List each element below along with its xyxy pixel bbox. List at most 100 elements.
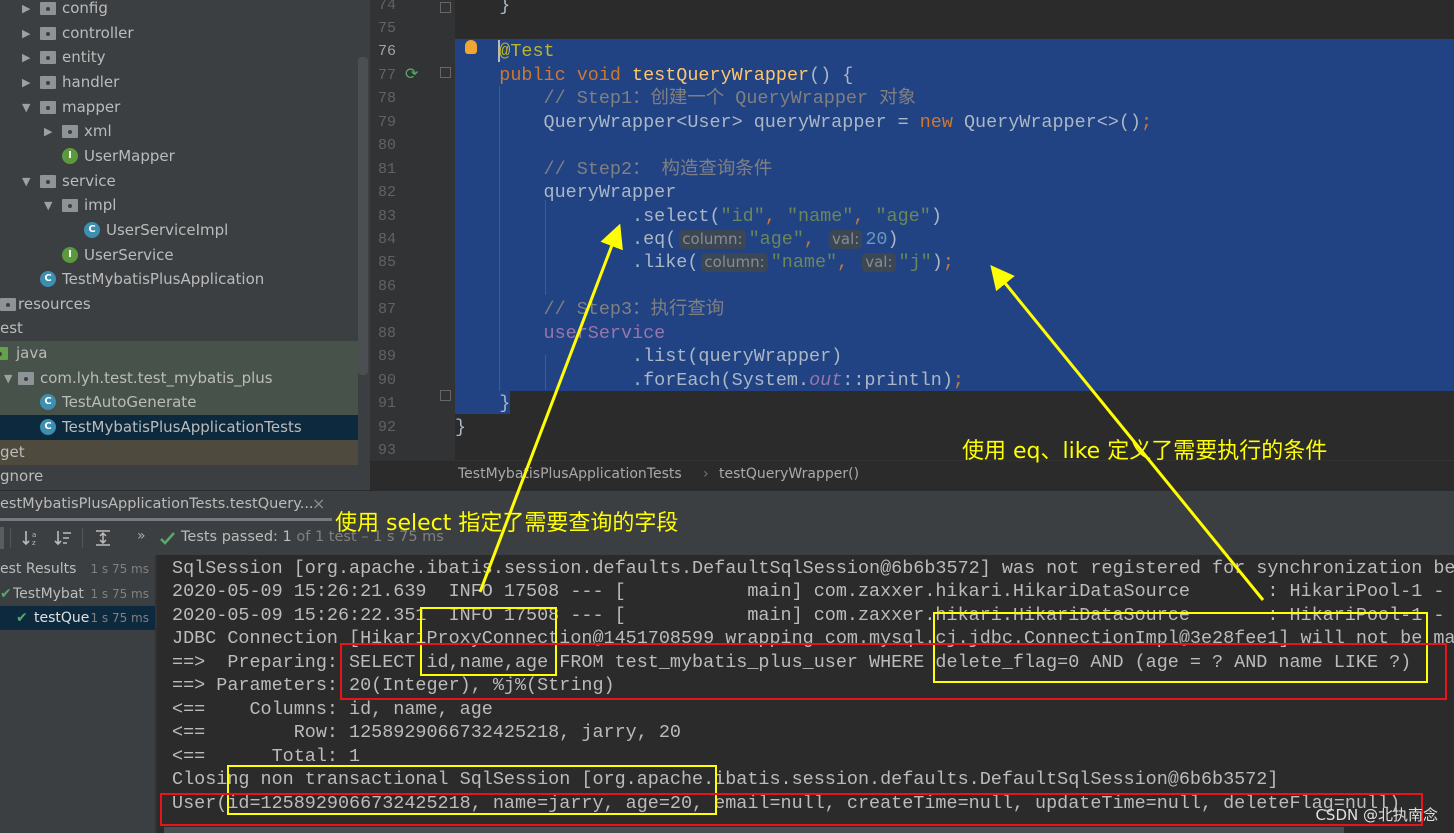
- fold-marker-icon[interactable]: [440, 390, 451, 401]
- breadcrumb-separator: ›: [703, 466, 709, 482]
- tree-item-xml[interactable]: ▶ xml: [0, 119, 358, 144]
- fold-marker-icon[interactable]: [440, 2, 451, 13]
- check-icon: ✔: [16, 610, 28, 626]
- code-token: "id": [720, 205, 765, 227]
- chevron-down-icon[interactable]: ▼: [22, 95, 30, 120]
- code-token: }: [455, 416, 467, 438]
- code-token: ,: [803, 229, 827, 250]
- breadcrumb-method[interactable]: testQueryWrapper(): [719, 461, 859, 488]
- sort-alphabetically-icon[interactable]: az: [22, 529, 40, 547]
- expand-all-icon[interactable]: [94, 529, 112, 547]
- folder-icon: [0, 347, 8, 361]
- parameter-hint: column:: [679, 230, 746, 249]
- code-line: }: [455, 0, 510, 17]
- code-token: ): [930, 205, 942, 227]
- tree-item-service[interactable]: ▼ service: [0, 169, 358, 194]
- code-token: "name": [770, 252, 838, 274]
- tree-item-controller[interactable]: ▶ controller: [0, 21, 358, 46]
- chevron-right-icon[interactable]: ▶: [22, 0, 30, 21]
- tree-item-label: UserMapper: [84, 146, 175, 165]
- chevron-right-icon[interactable]: ▶: [22, 45, 30, 70]
- tree-item-userserviceimpl[interactable]: C UserServiceImpl: [0, 218, 358, 243]
- run-tab[interactable]: estMybatisPlusApplicationTests.testQuery…: [0, 491, 332, 521]
- code-token: @Test: [499, 41, 555, 63]
- tree-item-testmybatisplusapplicationtests[interactable]: C TestMybatisPlusApplicationTests: [0, 415, 358, 441]
- chevron-down-icon[interactable]: ▼: [22, 169, 30, 194]
- tree-item-testmybatisplusapplication[interactable]: C TestMybatisPlusApplication: [0, 267, 358, 292]
- toolbar-divider: [82, 528, 83, 548]
- tree-item-label: est: [0, 319, 23, 338]
- folder-icon: [62, 125, 78, 139]
- folder-icon: [40, 51, 56, 65]
- tree-item-mapper[interactable]: ▼ mapper: [0, 95, 358, 120]
- code-token: public void: [499, 64, 633, 86]
- toolbar-button-edge[interactable]: [0, 527, 4, 549]
- test-result-item[interactable]: est Results 1 s 75 ms: [0, 557, 155, 581]
- line-number: 80: [378, 137, 397, 155]
- tree-item-handler[interactable]: ▶ handler: [0, 70, 358, 95]
- tree-item-impl[interactable]: ▼ impl: [0, 193, 358, 218]
- tree-item-entity[interactable]: ▶ entity: [0, 45, 358, 70]
- toolbar-divider: [10, 528, 11, 548]
- more-button[interactable]: »: [137, 528, 146, 544]
- interface-icon: I: [62, 246, 78, 263]
- test-duration: 1 s 75 ms: [90, 611, 149, 625]
- test-results-tree: est Results 1 s 75 ms ✔ TestMybat 1 s 75 ms ✔…: [0, 555, 157, 833]
- code-line: // Step1：创建一个 QueryWrapper 对象: [455, 87, 917, 110]
- test-result-item[interactable]: ✔ TestMybat 1 s 75 ms: [0, 582, 155, 606]
- line-number: 78: [378, 90, 397, 108]
- folder-icon: [40, 174, 56, 188]
- tree-item-config[interactable]: ▶ config: [0, 0, 358, 21]
- tree-item-com-lyh-test-test-mybatis-plus[interactable]: ▼ com.lyh.test.test_mybatis_plus: [0, 365, 358, 391]
- test-result-item[interactable]: ✔ testQue 1 s 75 ms: [0, 606, 155, 630]
- tree-item-testautogenerate[interactable]: C TestAutoGenerate: [0, 390, 358, 416]
- code-line: .forEach(System.out::println);: [455, 369, 964, 392]
- tree-item-label: gnore: [0, 467, 44, 486]
- tree-item-java[interactable]: java: [0, 341, 358, 367]
- code-token: "age": [875, 205, 931, 227]
- line-number: 82: [378, 184, 397, 202]
- code-token: .forEach(System.: [455, 369, 810, 391]
- test-class-icon: C: [40, 394, 56, 411]
- tree-item-est[interactable]: est: [0, 316, 358, 341]
- parameter-hint: val:: [829, 230, 863, 249]
- chevron-right-icon[interactable]: ▶: [22, 21, 30, 46]
- chevron-right-icon[interactable]: ▶: [22, 70, 30, 95]
- chevron-right-icon[interactable]: ▶: [44, 119, 52, 144]
- line-number: 90: [378, 371, 397, 389]
- run-test-icon[interactable]: ⟳: [405, 64, 418, 83]
- breadcrumb-class[interactable]: TestMybatisPlusApplicationTests: [458, 461, 682, 488]
- sort-by-duration-icon[interactable]: [54, 529, 72, 547]
- sql-statement-box: [340, 643, 1447, 700]
- watermark: CSDN @北执南念: [1315, 806, 1438, 824]
- folder-icon: [18, 371, 34, 385]
- tree-item-label: java: [16, 344, 48, 363]
- code-line: QueryWrapper<User> queryWrapper = new Qu…: [455, 111, 1153, 134]
- folder-icon: [62, 199, 78, 213]
- code-token: .like(: [455, 252, 699, 274]
- console-line: <== Columns: id, name, age: [172, 698, 493, 720]
- tree-item-label: entity: [62, 48, 106, 67]
- console-line: <== Row: 1258929066732425218, jarry, 20: [172, 722, 681, 744]
- tree-item-gnore[interactable]: gnore: [0, 464, 358, 489]
- console-horizontal-scrollbar[interactable]: [164, 827, 1344, 833]
- test-result-label: est Results: [0, 561, 77, 577]
- tree-item-usermapper[interactable]: I UserMapper: [0, 144, 358, 169]
- tree-item-userservice[interactable]: I UserService: [0, 243, 358, 268]
- code-line: // Step3：执行查询: [455, 298, 725, 321]
- chevron-down-icon[interactable]: ▼: [44, 193, 52, 218]
- close-icon[interactable]: ×: [312, 494, 325, 513]
- code-token: new: [919, 111, 953, 133]
- tree-item-resources[interactable]: resources: [0, 292, 358, 317]
- project-scrollbar[interactable]: [358, 57, 368, 375]
- select-annotation: 使用 select 指定了需要查询的字段: [335, 511, 679, 536]
- project-tree-panel: ▶ config ▶ controller ▶ entity ▶ handler ▼ mapper…: [0, 0, 370, 490]
- line-number: 88: [378, 324, 397, 342]
- tree-item-get[interactable]: get: [0, 439, 358, 465]
- folder-icon: [0, 297, 16, 311]
- fold-marker-icon[interactable]: [440, 67, 451, 78]
- code-line: .eq(column: "age", val: 20): [455, 228, 899, 251]
- code-line: .list(queryWrapper): [455, 345, 842, 368]
- chevron-down-icon[interactable]: ▼: [4, 366, 12, 391]
- run-tab-bar: estMybatisPlusApplicationTests.testQuery…: [0, 490, 1454, 522]
